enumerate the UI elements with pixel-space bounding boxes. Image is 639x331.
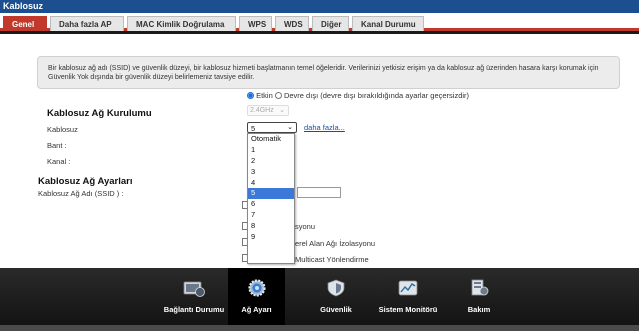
ssid-input[interactable] bbox=[297, 187, 341, 198]
channel-option[interactable]: 2 bbox=[248, 156, 294, 167]
band-select-value: 2.4GHz bbox=[250, 107, 274, 114]
nav-system-monitor[interactable]: Sistem Monitörü bbox=[372, 268, 444, 325]
band-label: Bant : bbox=[47, 141, 67, 150]
tab-wps[interactable]: WPS bbox=[239, 16, 272, 31]
nav-maintenance[interactable]: Bakım bbox=[443, 268, 515, 325]
content-area: Bir kablosuz ağ adı (SSID) ve güvenlik d… bbox=[0, 34, 639, 268]
channel-dropdown-list: Otomatik 1 2 3 4 5 6 7 8 9 bbox=[247, 133, 295, 264]
chevron-down-icon: ⌄ bbox=[287, 124, 293, 131]
radio-disabled-label: Devre dışı (devre dışı bırakıldığında ay… bbox=[283, 91, 470, 100]
channel-option[interactable]: 6 bbox=[248, 199, 294, 210]
channel-option-selected[interactable]: 5 bbox=[248, 188, 294, 200]
connection-status-icon bbox=[183, 281, 205, 297]
settings-heading: Kablosuz Ağ Ayarları bbox=[38, 176, 133, 187]
ssid-label: Kablosuz Ağ Adı (SSID ) : bbox=[38, 189, 124, 198]
chevron-down-icon: ⌄ bbox=[279, 107, 285, 114]
nav-network-settings[interactable]: Ağ Ayarı bbox=[228, 268, 285, 325]
more-link[interactable]: daha fazla... bbox=[304, 123, 345, 132]
radio-enabled[interactable] bbox=[247, 92, 254, 99]
tab-bar: Genel Daha fazla AP MAC Kimlik Doğrulama… bbox=[0, 13, 639, 31]
channel-option[interactable]: 3 bbox=[248, 167, 294, 178]
channel-option[interactable]: 1 bbox=[248, 145, 294, 156]
system-monitor-icon bbox=[398, 280, 418, 296]
nav-connection-status[interactable]: Bağlantı Durumu bbox=[158, 268, 230, 325]
radio-enabled-label: Etkin bbox=[256, 91, 273, 100]
channel-select-value: 5 bbox=[251, 124, 256, 133]
tab-mac-auth[interactable]: MAC Kimlik Doğrulama bbox=[127, 16, 236, 31]
wireless-radio-group: Etkin Devre dışı (devre dışı bırakıldığı… bbox=[247, 91, 469, 100]
tab-wds[interactable]: WDS bbox=[275, 16, 309, 31]
channel-option[interactable]: 9 bbox=[248, 232, 294, 243]
tab-other[interactable]: Diğer bbox=[312, 16, 349, 31]
isolation-partial-label: syonu bbox=[295, 222, 316, 231]
nav-label: Güvenlik bbox=[320, 305, 352, 314]
channel-option[interactable]: 4 bbox=[248, 178, 294, 189]
channel-label: Kanal : bbox=[47, 157, 71, 166]
tab-more-ap[interactable]: Daha fazla AP bbox=[50, 16, 124, 31]
security-shield-icon bbox=[327, 279, 345, 297]
multicast-partial-label: Multicast Yönlendirme bbox=[295, 255, 369, 264]
wireless-label: Kablosuz bbox=[47, 125, 78, 134]
nav-security[interactable]: Güvenlik bbox=[300, 268, 372, 325]
lan-isolation-partial-label: erel Alan Ağı İzolasyonu bbox=[295, 239, 376, 248]
channel-option[interactable]: 8 bbox=[248, 221, 294, 232]
channel-option[interactable]: Otomatik bbox=[248, 134, 294, 145]
nav-label: Bağlantı Durumu bbox=[163, 305, 225, 314]
footer-nav: Bağlantı Durumu Ağ Ayarı Güvenlik Sistem… bbox=[0, 268, 639, 331]
radio-disabled[interactable] bbox=[274, 92, 282, 99]
tab-channel-status[interactable]: Kanal Durumu bbox=[352, 16, 424, 31]
nav-label: Ağ Ayarı bbox=[241, 305, 272, 314]
footer-strip bbox=[0, 325, 639, 331]
setup-heading: Kablosuz Ağ Kurulumu bbox=[47, 108, 152, 119]
channel-select[interactable]: 5 ⌄ bbox=[247, 122, 297, 133]
tab-genel[interactable]: Genel bbox=[3, 16, 47, 31]
channel-option[interactable]: 7 bbox=[248, 210, 294, 221]
title-bar: Kablosuz bbox=[0, 0, 639, 13]
maintenance-icon bbox=[471, 279, 489, 296]
nav-label: Sistem Monitörü bbox=[378, 305, 438, 314]
nav-label: Bakım bbox=[467, 305, 491, 314]
band-select: 2.4GHz ⌄ bbox=[247, 105, 289, 116]
info-notice: Bir kablosuz ağ adı (SSID) ve güvenlik d… bbox=[37, 56, 620, 89]
network-settings-gear-icon bbox=[247, 279, 266, 297]
